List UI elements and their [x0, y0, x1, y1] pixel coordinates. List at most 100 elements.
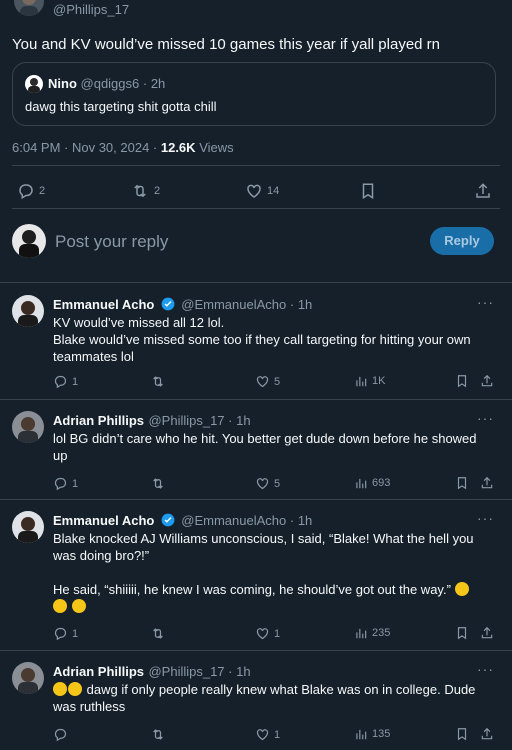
repost-icon	[150, 374, 166, 389]
like-button[interactable]: 14	[245, 182, 279, 200]
more-options-icon[interactable]: ···	[477, 294, 494, 310]
reply-author-name[interactable]: Adrian Phillips	[53, 413, 144, 428]
reply-item[interactable]: Emmanuel Acho @EmmanuelAcho · 1h ··· Bla…	[0, 500, 512, 650]
reply-author-name[interactable]: Adrian Phillips	[53, 664, 144, 679]
like-button[interactable]: 5	[255, 476, 280, 491]
heart-icon	[255, 727, 270, 742]
bookmark-button[interactable]	[359, 182, 377, 200]
reply-author-handle[interactable]: @Phillips_17	[148, 664, 224, 679]
share-button[interactable]	[480, 374, 494, 388]
reply-button[interactable]: 1	[53, 374, 78, 389]
views-count: 693	[372, 477, 391, 489]
views-count: 12.6K	[160, 140, 196, 155]
like-count: 14	[267, 185, 280, 197]
reply-author-handle[interactable]: @EmmanuelAcho	[181, 513, 286, 528]
author-handle[interactable]: @Phillips_17	[53, 2, 129, 17]
share-icon	[474, 182, 492, 200]
reply-count: 1	[72, 375, 79, 388]
laughing-emoji-icon	[53, 682, 67, 696]
like-count: 1	[274, 627, 281, 640]
reply-text: lol BG didn’t care who he hit. You bette…	[53, 430, 488, 464]
bookmark-icon	[455, 727, 469, 741]
analytics-icon	[354, 476, 368, 490]
reply-button[interactable]: 1	[53, 476, 78, 491]
bookmark-button[interactable]	[455, 727, 469, 741]
share-icon	[480, 626, 494, 640]
views-button[interactable]: 235	[354, 626, 390, 640]
repost-button[interactable]	[150, 374, 170, 389]
reply-avatar[interactable]	[12, 662, 44, 694]
reply-input[interactable]: Post your reply	[55, 232, 168, 252]
reply-text-line: dawg if only people really knew what Bla…	[53, 682, 476, 714]
repost-button[interactable]	[150, 626, 170, 641]
reply-count: 1	[72, 627, 79, 640]
quoted-text: dawg this targeting shit gotta chill	[25, 99, 217, 114]
more-options-icon[interactable]: ···	[477, 661, 494, 677]
tweet-timestamp[interactable]: 6:04 PM · Nov 30, 2024 ·	[12, 140, 161, 155]
reply-count: 1	[72, 477, 79, 490]
reply-button[interactable]: 1	[53, 626, 78, 641]
bookmark-icon	[455, 626, 469, 640]
quoted-name: Nino	[48, 76, 77, 91]
reply-icon	[53, 476, 68, 491]
repost-icon	[150, 476, 166, 491]
reply-item[interactable]: Adrian Phillips @Phillips_17 · 1h ··· lo…	[0, 400, 512, 499]
bookmark-button[interactable]	[455, 476, 469, 490]
quoted-tweet-card[interactable]: Nino @qdiggs6 · 2h dawg this targeting s…	[12, 62, 496, 126]
repost-button[interactable]	[150, 476, 170, 491]
heart-icon	[245, 182, 263, 200]
reply-sep: ·	[224, 413, 237, 428]
quoted-handle: @qdiggs6	[80, 76, 140, 91]
more-options-icon[interactable]: ···	[477, 410, 494, 426]
share-icon	[480, 476, 494, 490]
share-icon	[480, 374, 494, 388]
share-button[interactable]	[480, 727, 494, 741]
share-button[interactable]	[474, 182, 492, 200]
quoted-avatar	[25, 75, 43, 93]
current-user-avatar[interactable]	[12, 224, 46, 258]
reply-item[interactable]: Emmanuel Acho @EmmanuelAcho · 1h ··· KV …	[0, 283, 512, 399]
quoted-sep: ·	[139, 76, 151, 91]
reply-count: 2	[39, 185, 46, 197]
reply-time[interactable]: 1h	[236, 664, 250, 679]
more-options-icon[interactable]: ···	[477, 510, 494, 526]
author-avatar[interactable]	[14, 0, 44, 16]
share-button[interactable]	[480, 476, 494, 490]
like-button[interactable]: 1	[255, 626, 280, 641]
divider	[12, 165, 500, 166]
bookmark-button[interactable]	[455, 374, 469, 388]
views-count: 135	[372, 728, 391, 740]
reply-item[interactable]: Adrian Phillips @Phillips_17 · 1h ··· da…	[0, 651, 512, 750]
reply-author-name[interactable]: Emmanuel Acho	[53, 297, 154, 312]
like-button[interactable]: 1	[255, 727, 280, 742]
reply-icon	[53, 727, 68, 742]
repost-button[interactable]: 2	[130, 182, 160, 200]
reply-time[interactable]: 1h	[236, 413, 250, 428]
analytics-icon	[354, 727, 368, 741]
reply-button[interactable]: 2	[17, 182, 45, 200]
like-button[interactable]: 5	[255, 374, 280, 389]
reply-author-handle[interactable]: @EmmanuelAcho	[181, 297, 286, 312]
views-button[interactable]: 1K	[354, 374, 385, 388]
heart-icon	[255, 476, 270, 491]
reply-avatar[interactable]	[12, 511, 44, 543]
reply-author-handle[interactable]: @Phillips_17	[148, 413, 224, 428]
reply-time[interactable]: 1h	[298, 297, 312, 312]
bookmark-button[interactable]	[455, 626, 469, 640]
bookmark-icon	[455, 476, 469, 490]
share-button[interactable]	[480, 626, 494, 640]
reply-time[interactable]: 1h	[298, 513, 312, 528]
reply-author-name[interactable]: Emmanuel Acho	[53, 513, 154, 528]
reply-icon	[53, 374, 68, 389]
views-button[interactable]: 693	[354, 476, 390, 490]
reply-sep: ·	[286, 513, 298, 528]
reply-button[interactable]	[53, 727, 72, 742]
views-button[interactable]: 135	[354, 727, 390, 741]
reply-avatar[interactable]	[12, 295, 44, 327]
reply-submit-button[interactable]: Reply	[430, 227, 494, 255]
reply-text-line: lol BG didn’t care who he hit. You bette…	[53, 431, 477, 463]
reply-text-line: KV would’ve missed all 12 lol.	[53, 315, 225, 330]
reply-avatar[interactable]	[12, 411, 44, 443]
reply-text: KV would’ve missed all 12 lol. Blake wou…	[53, 314, 493, 365]
repost-button[interactable]	[150, 727, 170, 742]
